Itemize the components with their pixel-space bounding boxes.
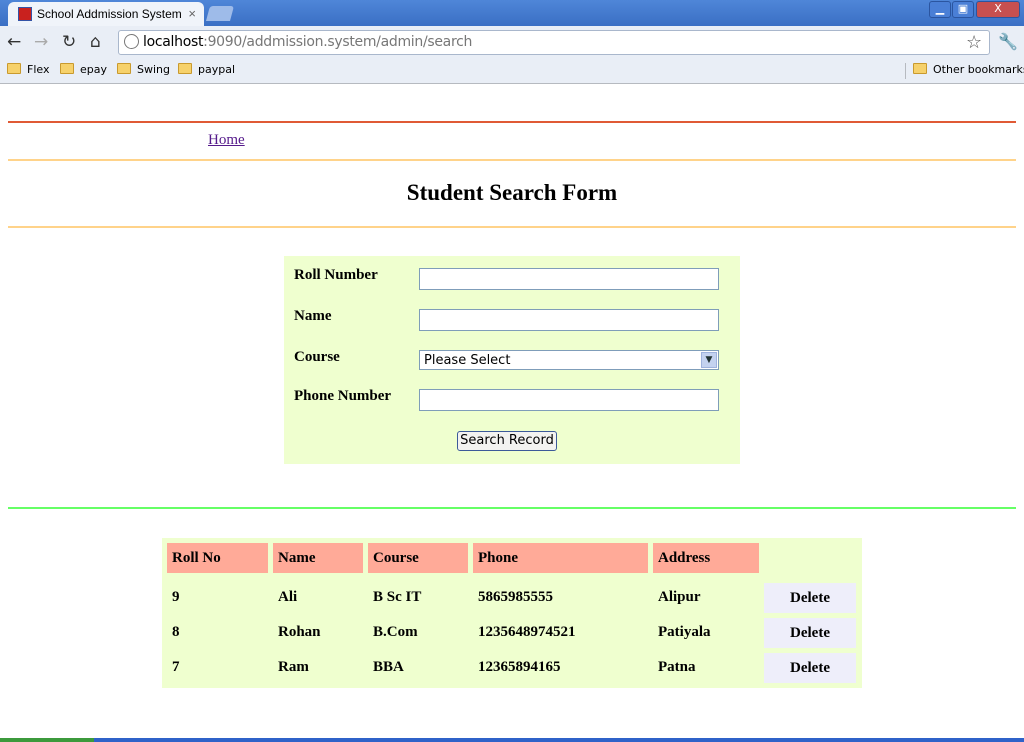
cell-address: Patiyala — [658, 624, 711, 640]
address-bar[interactable]: localhost:9090/addmission.system/admin/s… — [118, 30, 990, 55]
course-select[interactable]: Please Select ▼ — [419, 350, 719, 370]
column-header-course: Course — [368, 543, 468, 573]
results-table: Roll No Name Course Phone Address 9 Ali … — [162, 538, 862, 688]
name-label: Name — [294, 308, 332, 324]
cell-address: Alipur — [658, 589, 701, 605]
os-taskbar — [0, 738, 1024, 742]
reload-icon[interactable]: ↻ — [62, 32, 76, 52]
page-title: Student Search Form — [406, 180, 618, 205]
forward-arrow-icon[interactable]: → — [34, 32, 48, 52]
minimize-button[interactable]: ▁ — [929, 1, 951, 18]
cell-name: Rohan — [278, 624, 321, 640]
folder-icon — [7, 63, 21, 74]
column-header-phone: Phone — [473, 543, 648, 573]
bookmark-label: epay — [80, 63, 108, 76]
browser-tab[interactable]: School Addmission System × — [8, 2, 204, 26]
cell-phone: 5865985555 — [478, 589, 553, 605]
bookmark-swing[interactable]: Swing — [117, 63, 170, 76]
back-arrow-icon[interactable]: ← — [7, 32, 21, 52]
bookmark-star-icon[interactable]: ☆ — [966, 32, 982, 53]
new-tab-button[interactable] — [205, 6, 235, 21]
bookmark-paypal[interactable]: paypal — [178, 63, 235, 76]
bookmark-label: Other bookmarks — [933, 63, 1024, 76]
cell-phone: 1235648974521 — [478, 624, 576, 640]
delete-button[interactable]: Delete — [764, 618, 856, 648]
phone-number-label: Phone Number — [294, 388, 392, 404]
folder-icon — [178, 63, 192, 74]
home-link[interactable]: Home — [208, 132, 245, 149]
cell-name: Ram — [278, 659, 309, 675]
other-bookmarks[interactable]: Other bookmarks — [913, 63, 1024, 76]
nav-divider — [8, 159, 1016, 161]
cell-name: Ali — [278, 589, 298, 605]
home-icon[interactable]: ⌂ — [90, 32, 101, 52]
folder-icon — [117, 63, 131, 74]
column-header-name: Name — [273, 543, 363, 573]
bookmarks-bar: Flex epay Swing paypal Other bookmarks — [0, 59, 1024, 84]
course-selected-value: Please Select — [424, 353, 511, 368]
cell-address: Patna — [658, 659, 696, 675]
title-divider — [8, 226, 1016, 228]
dropdown-arrow-icon[interactable]: ▼ — [701, 352, 717, 368]
cell-course: B.Com — [373, 624, 418, 640]
bookmark-label: Swing — [137, 63, 170, 76]
wrench-icon[interactable]: 🔧 — [998, 32, 1018, 51]
folder-icon — [913, 63, 927, 74]
bookmark-label: Flex — [27, 63, 50, 76]
search-form: Roll Number Name Course Please Select ▼ … — [284, 256, 740, 464]
course-label: Course — [294, 349, 340, 365]
site-favicon-icon — [18, 7, 32, 21]
column-header-roll: Roll No — [167, 543, 268, 573]
column-header-address: Address — [653, 543, 759, 573]
roll-number-label: Roll Number — [294, 267, 378, 283]
cell-course: B Sc IT — [373, 589, 422, 605]
close-window-button[interactable]: X — [976, 1, 1020, 18]
roll-number-input[interactable] — [419, 268, 719, 290]
delete-button[interactable]: Delete — [764, 653, 856, 683]
phone-number-input[interactable] — [419, 389, 719, 411]
cell-course: BBA — [373, 659, 404, 675]
cell-roll: 9 — [172, 589, 180, 605]
folder-icon — [60, 63, 74, 74]
tab-title: School Addmission System — [37, 7, 182, 21]
url-text[interactable]: localhost:9090/addmission.system/admin/s… — [143, 34, 472, 50]
results-divider — [8, 507, 1016, 509]
cell-roll: 8 — [172, 624, 180, 640]
url-host: localhost — [143, 34, 204, 50]
page-info-icon[interactable] — [124, 34, 139, 49]
name-input[interactable] — [419, 309, 719, 331]
url-path: :9090/addmission.system/admin/search — [203, 34, 473, 50]
start-button[interactable] — [0, 738, 94, 742]
close-tab-icon[interactable]: × — [188, 6, 196, 21]
top-divider — [8, 121, 1016, 123]
delete-button[interactable]: Delete — [764, 583, 856, 613]
cell-roll: 7 — [172, 659, 180, 675]
bookmark-flex[interactable]: Flex — [7, 63, 49, 76]
bookmark-label: paypal — [198, 63, 236, 76]
window-titlebar: School Addmission System × ▁ ▣ X — [0, 0, 1024, 26]
bookmark-epay[interactable]: epay — [60, 63, 107, 76]
bookmarks-separator — [905, 63, 906, 79]
maximize-button[interactable]: ▣ — [952, 1, 974, 18]
cell-phone: 12365894165 — [478, 659, 561, 675]
search-record-button[interactable]: Search Record — [457, 431, 557, 451]
